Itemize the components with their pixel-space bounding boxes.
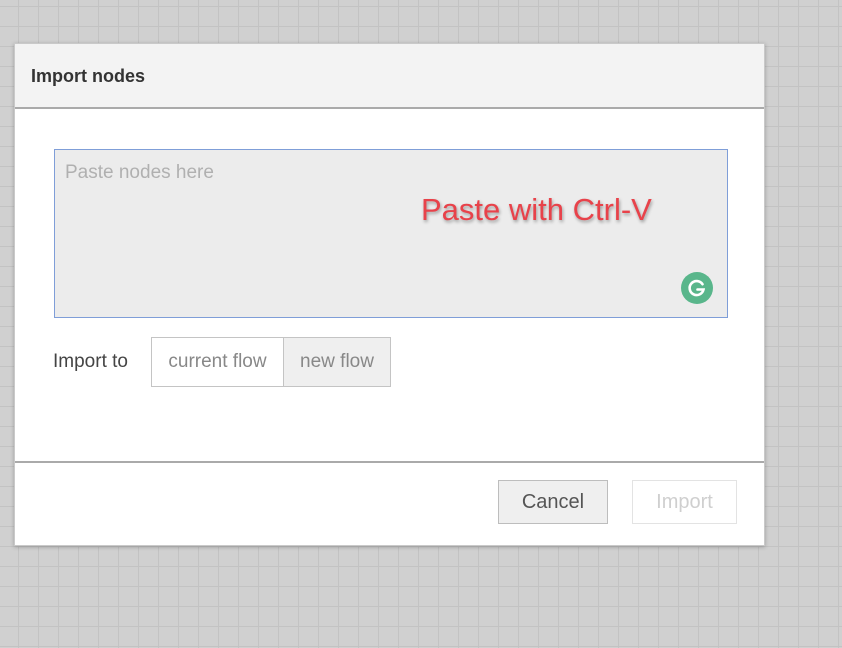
grammarly-icon[interactable] [681, 272, 713, 304]
new-flow-option[interactable]: new flow [284, 338, 390, 386]
paste-nodes-textarea[interactable] [54, 149, 728, 318]
cancel-button[interactable]: Cancel [498, 480, 608, 524]
current-flow-option[interactable]: current flow [152, 338, 284, 386]
import-to-label: Import to [53, 351, 128, 372]
import-target-toggle: current flow new flow [151, 337, 391, 387]
import-nodes-dialog: Import nodes Paste with Ctrl-V Import to… [14, 43, 765, 546]
dialog-header: Import nodes [15, 44, 764, 109]
grammarly-g-icon [688, 279, 706, 297]
dialog-title: Import nodes [31, 66, 146, 86]
import-button[interactable]: Import [632, 480, 737, 524]
